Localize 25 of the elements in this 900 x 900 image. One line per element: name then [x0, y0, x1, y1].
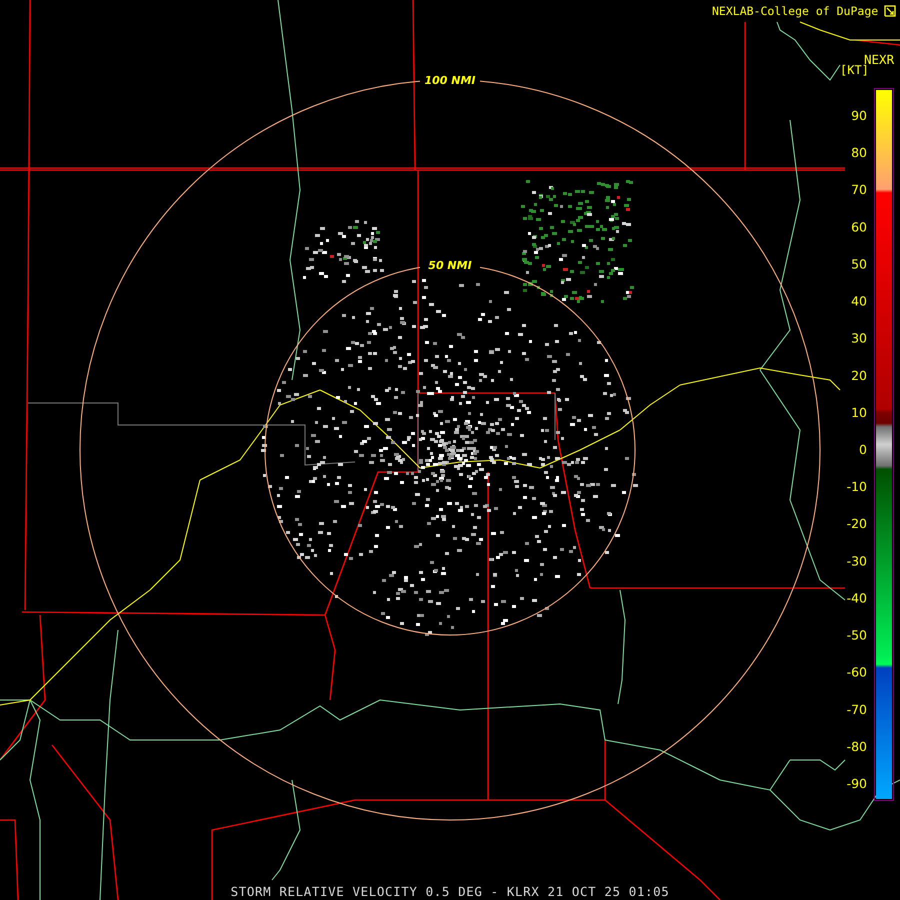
legend-tick-label: -60	[846, 664, 867, 680]
legend-tick-label: -20	[846, 516, 867, 532]
legend-tick-label: 60	[851, 219, 867, 234]
legend-tick-label: 20	[851, 368, 867, 383]
legend-tick-label: -70	[846, 702, 867, 717]
range-ring-label: 100 NMI	[424, 74, 476, 87]
legend-tick-label: -40	[846, 590, 867, 606]
credit-text: NEXLAB-College of DuPage	[712, 4, 878, 18]
range-ring-label: 50 NMI	[428, 259, 472, 272]
product-caption: STORM RELATIVE VELOCITY 0.5 DEG - KLRX 21 OCT 25 01:05	[230, 884, 670, 899]
legend-tick-label: 70	[851, 182, 867, 198]
legend-tick-label: 0	[859, 442, 867, 457]
legend-tick-label: -30	[846, 553, 867, 568]
external-link-icon[interactable]	[883, 2, 898, 19]
legend-tick-label: 40	[851, 294, 867, 309]
legend-tick-label: 10	[851, 404, 867, 420]
legend-tick-label: 80	[851, 145, 867, 160]
legend-tick-label: -90	[846, 776, 867, 791]
legend-tick-label: 30	[851, 330, 867, 346]
legend-tick-label: -80	[846, 738, 867, 754]
legend-unit: [KT]	[840, 63, 869, 77]
legend-tick-label: 50	[851, 256, 867, 272]
legend-tick-label: -10	[846, 479, 867, 494]
legend-tick-label: -50	[846, 628, 867, 643]
legend-tick-label: 90	[851, 108, 867, 123]
